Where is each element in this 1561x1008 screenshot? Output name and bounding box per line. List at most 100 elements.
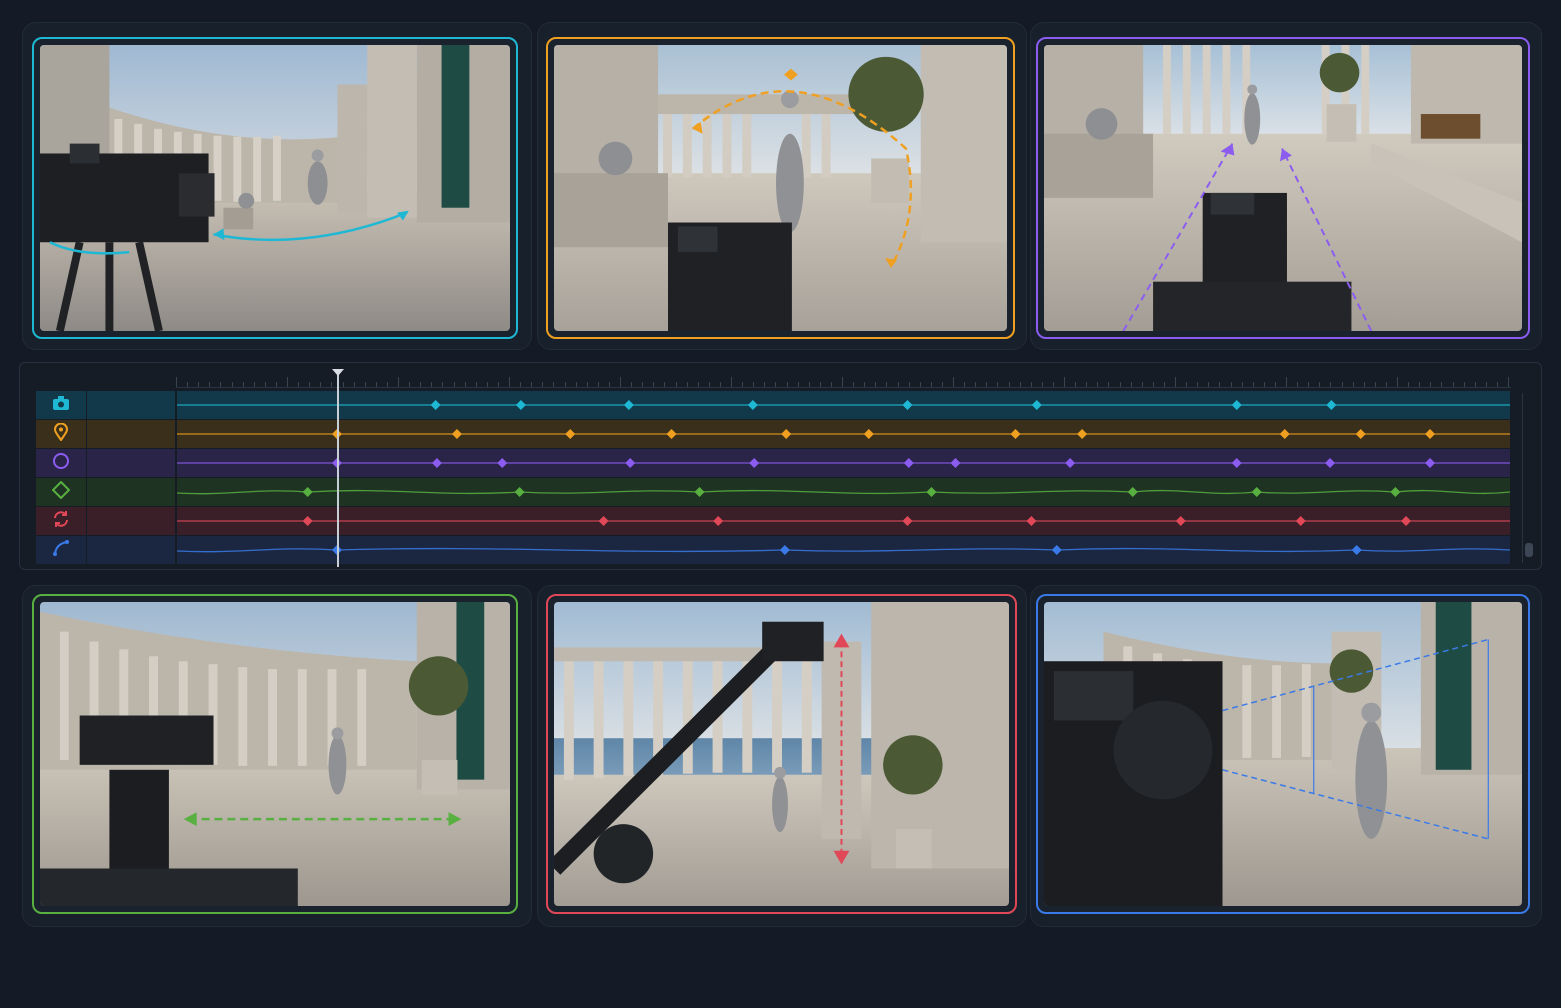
track-focus-keyframe[interactable]: [431, 458, 442, 468]
track-loop-keyframe[interactable]: [1295, 516, 1306, 526]
ruler-tick: [1341, 382, 1343, 387]
track-loop[interactable]: [36, 507, 1510, 535]
track-focus-keyframe[interactable]: [903, 458, 914, 468]
ruler-tick: [675, 382, 677, 387]
track-position-keyframe[interactable]: [1279, 429, 1290, 439]
ruler-tick: [830, 382, 832, 387]
track-position-keyframe[interactable]: [451, 429, 462, 439]
playhead[interactable]: [331, 369, 344, 567]
track-keyframe-keyframe[interactable]: [302, 487, 313, 497]
track-focus-keyframe[interactable]: [1231, 458, 1242, 468]
timeline-scroll-thumb[interactable]: [1525, 543, 1533, 557]
ruler-tick: [398, 377, 399, 387]
track-camera-keyframe[interactable]: [902, 400, 913, 410]
track-position[interactable]: [36, 420, 1510, 448]
track-position-lane[interactable]: [177, 420, 1510, 448]
track-focus-keyframe[interactable]: [1065, 458, 1076, 468]
track-focus-keyframe[interactable]: [625, 458, 636, 468]
track-loop-icon-cell[interactable]: [36, 507, 86, 535]
track-loop-keyframe[interactable]: [1175, 516, 1186, 526]
camera-icon: [52, 395, 70, 415]
track-camera-keyframe[interactable]: [747, 400, 758, 410]
track-position-keyframe[interactable]: [1010, 429, 1021, 439]
track-loop-header[interactable]: [87, 507, 175, 535]
ruler-tick: [298, 382, 300, 387]
viewport-dolly-in[interactable]: [1036, 37, 1530, 339]
track-position-keyframe[interactable]: [1077, 429, 1088, 439]
track-keyframe-lane[interactable]: [177, 478, 1510, 506]
track-keyframe-keyframe[interactable]: [1390, 487, 1401, 497]
ruler-tick: [897, 382, 899, 387]
track-camera[interactable]: [36, 391, 1510, 419]
track-loop-keyframe[interactable]: [713, 516, 724, 526]
viewport-jib[interactable]: [546, 594, 1017, 914]
track-camera-header[interactable]: [87, 391, 175, 419]
ruler-tick: [198, 382, 200, 387]
track-keyframe-icon-cell[interactable]: [36, 478, 86, 506]
ruler-tick: [842, 377, 843, 387]
timeline-ruler[interactable]: [176, 365, 1511, 388]
track-path-curve: [177, 547, 1510, 553]
ruler-tick: [1230, 382, 1232, 387]
track-focus-keyframe[interactable]: [1425, 458, 1436, 468]
track-focus[interactable]: [36, 449, 1510, 477]
viewport-truck[interactable]: [32, 594, 518, 914]
track-keyframe-keyframe[interactable]: [514, 487, 525, 497]
track-focus-keyframe[interactable]: [749, 458, 760, 468]
ruler-tick: [1097, 382, 1099, 387]
track-position-icon-cell[interactable]: [36, 420, 86, 448]
ruler-tick: [808, 382, 810, 387]
track-focus-keyframe[interactable]: [950, 458, 961, 468]
track-camera-lane[interactable]: [177, 391, 1510, 419]
track-path-keyframe[interactable]: [1351, 545, 1362, 555]
viewport-crane-arc[interactable]: [546, 37, 1015, 339]
track-camera-keyframe[interactable]: [1231, 400, 1242, 410]
track-position-keyframe[interactable]: [565, 429, 576, 439]
track-position-keyframe[interactable]: [666, 429, 677, 439]
track-camera-icon-cell[interactable]: [36, 391, 86, 419]
track-keyframe-keyframe[interactable]: [1251, 487, 1262, 497]
ruler-tick: [764, 382, 766, 387]
ruler-tick: [608, 382, 610, 387]
viewport-orbit[interactable]: [32, 37, 518, 339]
playhead-handle[interactable]: [331, 369, 344, 376]
track-camera-keyframe[interactable]: [515, 400, 526, 410]
track-camera-keyframe[interactable]: [430, 400, 441, 410]
track-focus-lane[interactable]: [177, 449, 1510, 477]
track-loop-lane[interactable]: [177, 507, 1510, 535]
timeline-panel[interactable]: [19, 362, 1542, 570]
viewport-zoom[interactable]: [1036, 594, 1530, 914]
track-keyframe[interactable]: [36, 478, 1510, 506]
track-keyframe-keyframe[interactable]: [694, 487, 705, 497]
track-camera-keyframe[interactable]: [623, 400, 634, 410]
track-path[interactable]: [36, 536, 1510, 564]
track-camera-keyframe[interactable]: [1326, 400, 1337, 410]
track-position-header[interactable]: [87, 420, 175, 448]
track-position-keyframe[interactable]: [863, 429, 874, 439]
track-focus-keyframe[interactable]: [497, 458, 508, 468]
track-keyframe-keyframe[interactable]: [1127, 487, 1138, 497]
track-focus-icon-cell[interactable]: [36, 449, 86, 477]
track-camera-keyframe[interactable]: [1031, 400, 1042, 410]
track-position-keyframe[interactable]: [1425, 429, 1436, 439]
track-path-icon-cell[interactable]: [36, 536, 86, 564]
ruler-tick: [1052, 382, 1054, 387]
track-loop-keyframe[interactable]: [302, 516, 313, 526]
track-keyframe-header[interactable]: [87, 478, 175, 506]
track-focus-header[interactable]: [87, 449, 175, 477]
track-loop-keyframe[interactable]: [902, 516, 913, 526]
track-position-keyframe[interactable]: [781, 429, 792, 439]
ruler-tick: [742, 382, 744, 387]
track-focus-keyframe[interactable]: [1325, 458, 1336, 468]
track-path-keyframe[interactable]: [779, 545, 790, 555]
track-path-header[interactable]: [87, 536, 175, 564]
track-path-keyframe[interactable]: [1051, 545, 1062, 555]
track-keyframe-keyframe[interactable]: [926, 487, 937, 497]
track-loop-keyframe[interactable]: [598, 516, 609, 526]
track-path-lane[interactable]: [177, 536, 1510, 564]
track-loop-keyframe[interactable]: [1026, 516, 1037, 526]
ruler-tick: [1141, 382, 1143, 387]
track-loop-keyframe[interactable]: [1401, 516, 1412, 526]
track-position-keyframe[interactable]: [1355, 429, 1366, 439]
timeline-scrollbar[interactable]: [1522, 393, 1533, 563]
